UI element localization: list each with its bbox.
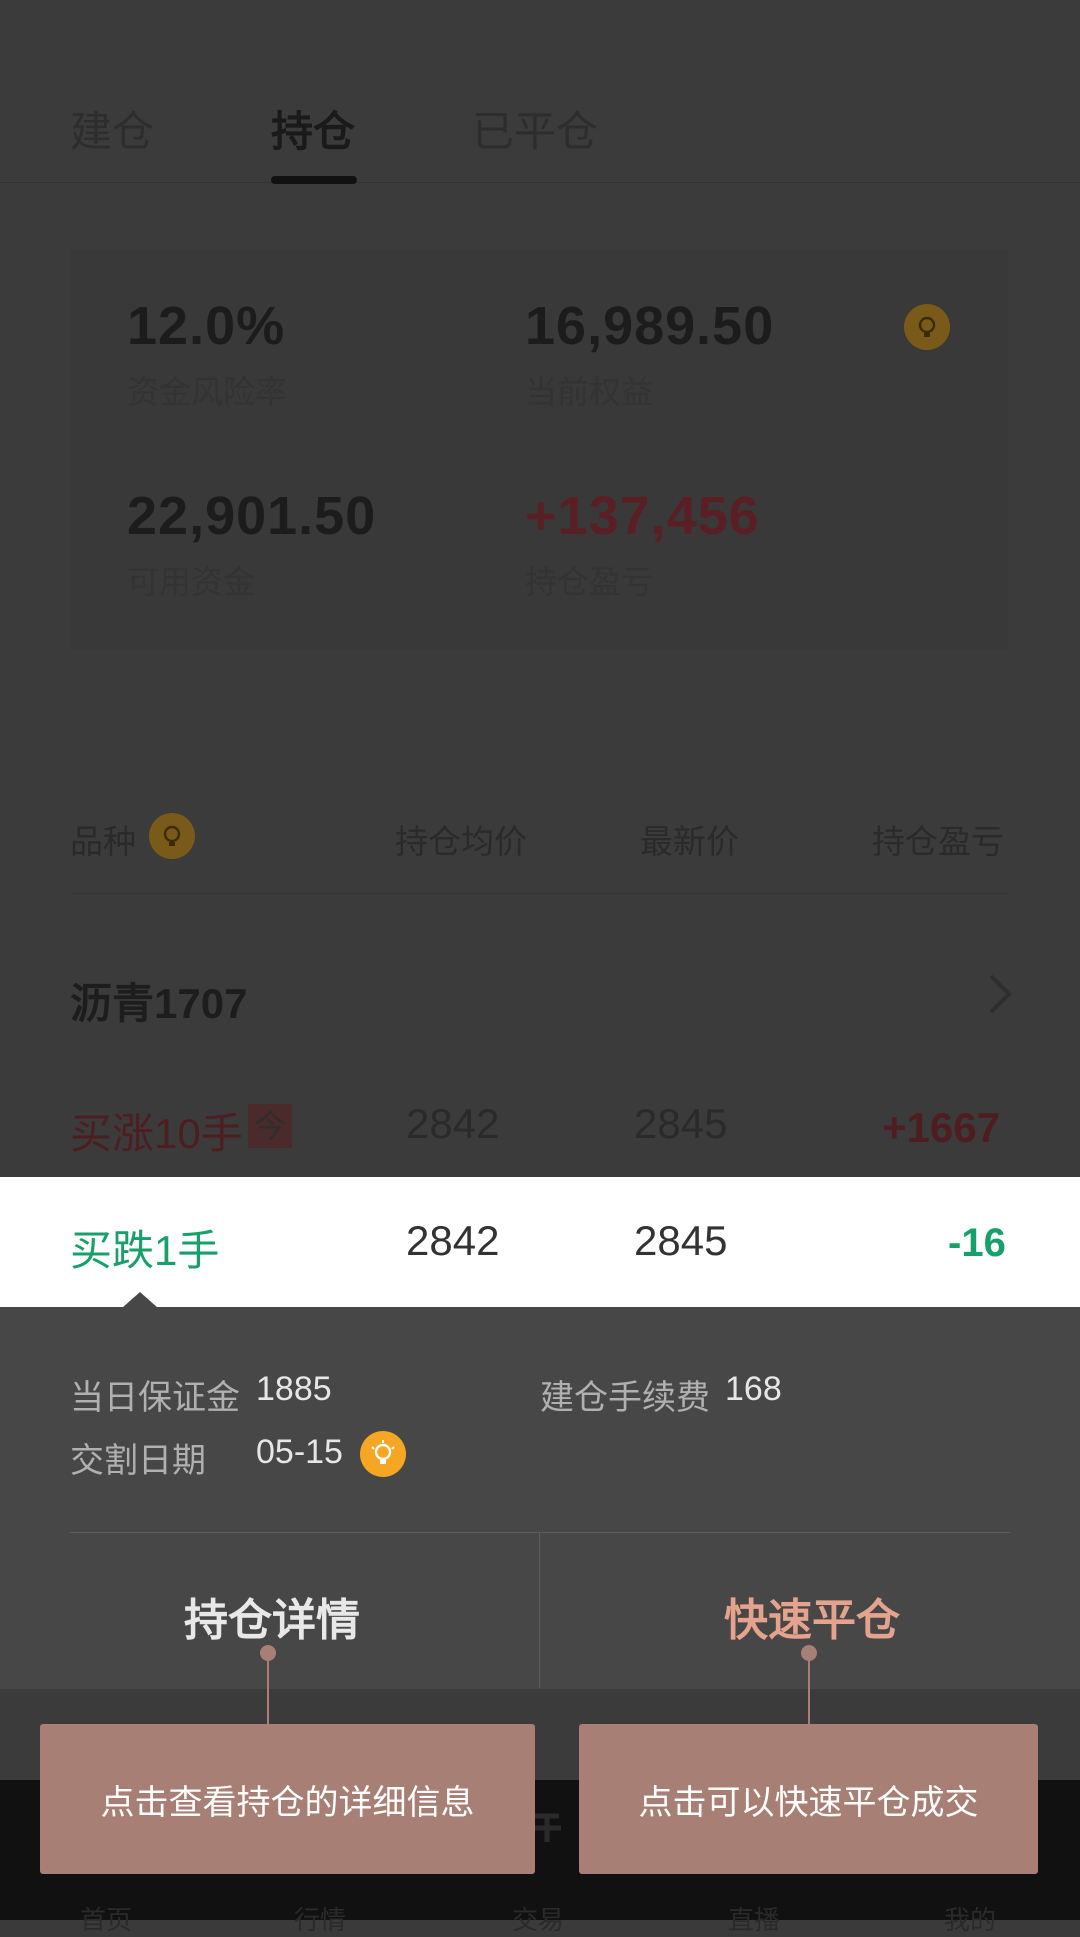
lightbulb-icon[interactable]: [904, 304, 950, 350]
tab-market[interactable]: 行情: [294, 1900, 346, 1937]
detail-tooltip: 点击查看持仓的详细信息: [40, 1724, 535, 1874]
tab-hold[interactable]: 持仓: [271, 98, 355, 159]
position-latest-price: 2845: [634, 1217, 728, 1264]
chevron-right-icon[interactable]: [985, 972, 1015, 1016]
quick-close-tooltip: 点击可以快速平仓成交: [579, 1724, 1038, 1874]
position-pnl-metric: +137,456 持仓盈亏: [525, 485, 760, 603]
available-funds-metric: 22,901.50 可用资金: [127, 485, 376, 603]
product-name[interactable]: 沥青1707: [70, 970, 247, 1031]
header-product: 品种: [70, 823, 136, 860]
tab-home[interactable]: 首页: [80, 1900, 132, 1937]
equity-label: 当前权益: [525, 374, 654, 410]
active-tab-indicator: [271, 176, 357, 184]
position-side[interactable]: 买涨10手: [70, 1100, 243, 1161]
detail-caret: [122, 1292, 158, 1308]
header-latest-price: 最新价: [640, 823, 739, 860]
divider: [539, 1532, 540, 1688]
tab-mine[interactable]: 我的: [944, 1900, 996, 1937]
position-detail-button[interactable]: 持仓详情: [184, 1584, 360, 1648]
margin-value: 1885: [256, 1370, 332, 1408]
equity-value: 16,989.50: [525, 296, 775, 356]
quick-close-button[interactable]: 快速平仓: [724, 1584, 900, 1648]
delivery-date-value: 05-15: [256, 1433, 343, 1471]
fee-value: 168: [725, 1370, 782, 1408]
position-pnl: -16: [948, 1221, 1006, 1265]
tooltip-pointer-line: [808, 1655, 810, 1725]
position-avg-price: 2842: [406, 1100, 500, 1147]
risk-rate-value: 12.0%: [127, 296, 286, 356]
margin-label: 当日保证金: [70, 1379, 240, 1417]
available-funds-label: 可用资金: [127, 564, 256, 600]
position-pnl-value: +137,456: [525, 486, 760, 546]
position-pnl-label: 持仓盈亏: [525, 564, 654, 600]
position-detail-panel: [0, 1307, 1080, 1689]
header-pnl: 持仓盈亏: [872, 823, 1004, 860]
today-badge: 今: [248, 1104, 292, 1148]
divider: [70, 893, 1010, 894]
table-row-highlighted[interactable]: 买跌1手 2842 2845 -16: [0, 1177, 1080, 1307]
header-avg-price: 持仓均价: [395, 823, 527, 860]
fee-label: 建仓手续费: [540, 1379, 710, 1417]
risk-rate-label: 资金风险率: [127, 374, 288, 410]
page: 建仓 持仓 已平仓 12.0% 资金风险率 16,989.50 当前权益 22,…: [0, 0, 1080, 1935]
risk-rate-metric: 12.0% 资金风险率: [127, 295, 287, 413]
position-avg-price: 2842: [406, 1217, 500, 1264]
position-latest-price: 2845: [634, 1100, 728, 1147]
lightbulb-icon[interactable]: [360, 1431, 406, 1477]
top-tabs: 建仓 持仓 已平仓: [0, 60, 1080, 183]
tooltip-pointer-line: [267, 1655, 269, 1725]
divider: [70, 1532, 1010, 1533]
equity-metric: 16,989.50 当前权益: [525, 295, 774, 413]
available-funds-value: 22,901.50: [127, 486, 377, 546]
position-pnl: +1667: [882, 1104, 1000, 1151]
lightbulb-icon[interactable]: [149, 813, 195, 859]
tab-trade[interactable]: 交易: [512, 1900, 564, 1937]
tab-build[interactable]: 建仓: [70, 98, 154, 159]
delivery-date-label: 交割日期: [70, 1442, 206, 1480]
tab-live[interactable]: 直播: [728, 1900, 780, 1937]
tab-closed[interactable]: 已平仓: [472, 98, 598, 159]
position-side: 买跌1手: [70, 1227, 220, 1274]
